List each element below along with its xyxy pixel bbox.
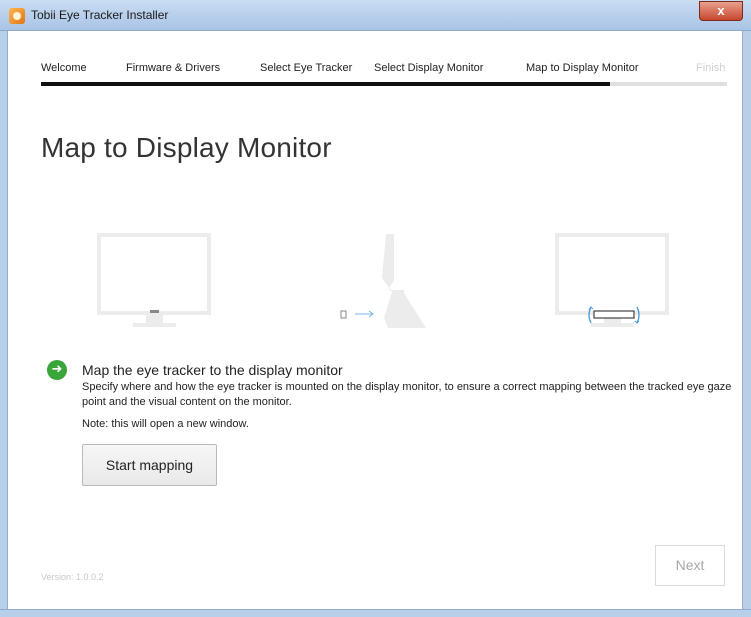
window-frame-right bbox=[742, 31, 751, 617]
info-description: Specify where and how the eye tracker is… bbox=[82, 381, 732, 408]
page-title: Map to Display Monitor bbox=[41, 132, 332, 163]
step-finish: Finish bbox=[696, 62, 726, 74]
wizard-progress-fill bbox=[41, 82, 611, 86]
window-frame-bottom bbox=[0, 609, 751, 617]
info-note: Note: this will open a new window. bbox=[82, 418, 249, 430]
step-welcome: Welcome bbox=[41, 62, 87, 74]
step-select-display-monitor: Select Display Monitor bbox=[374, 62, 484, 74]
step-map-to-display-monitor: Map to Display Monitor bbox=[526, 62, 639, 74]
title-bar: Tobii Eye Tracker Installer x bbox=[0, 0, 751, 31]
close-window-button[interactable]: x bbox=[699, 1, 743, 21]
green-arrow-icon: ➜ bbox=[47, 360, 67, 380]
window-title: Tobii Eye Tracker Installer bbox=[31, 8, 169, 22]
start-mapping-button[interactable]: Start mapping bbox=[82, 444, 217, 486]
tobii-app-icon bbox=[9, 8, 25, 24]
step-firmware-drivers: Firmware & Drivers bbox=[126, 62, 221, 74]
step-select-eye-tracker: Select Eye Tracker bbox=[260, 62, 353, 74]
info-title: Map the eye tracker to the display monit… bbox=[82, 362, 343, 378]
window-frame-left bbox=[0, 31, 8, 617]
version-label: Version: 1.0.0.2 bbox=[41, 572, 104, 582]
wizard-progress-track bbox=[41, 82, 727, 86]
next-button[interactable]: Next bbox=[655, 545, 725, 586]
